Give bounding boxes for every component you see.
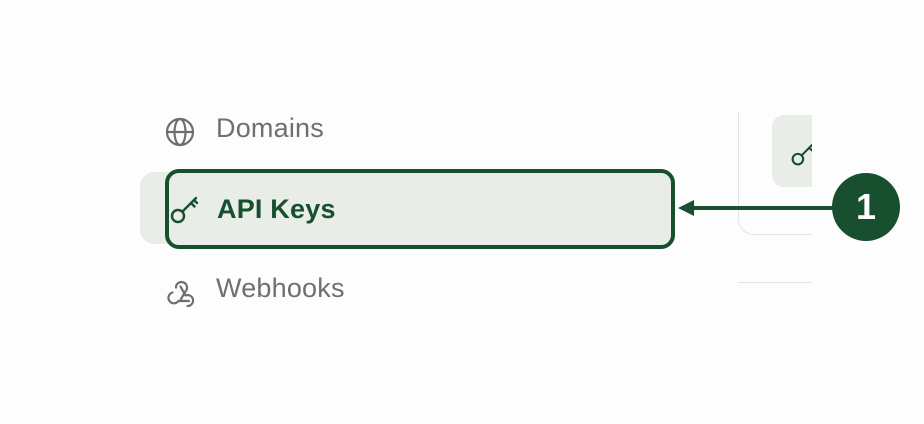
preview-divider <box>738 282 812 283</box>
sidebar-item-label: Webhooks <box>216 272 345 303</box>
sidebar-item-api-keys[interactable]: API Keys <box>165 169 675 249</box>
sidebar-item-domains[interactable]: Domains <box>140 92 680 164</box>
key-icon <box>169 193 201 225</box>
sidebar-item-label: API Keys <box>217 194 336 224</box>
globe-icon <box>164 116 196 148</box>
sidebar-item-label: Domains <box>216 112 324 143</box>
sidebar-item-webhooks[interactable]: Webhooks <box>140 252 680 324</box>
callout-badge: 1 <box>832 173 900 241</box>
callout-arrow-icon <box>678 200 836 216</box>
webhook-icon <box>164 276 196 308</box>
